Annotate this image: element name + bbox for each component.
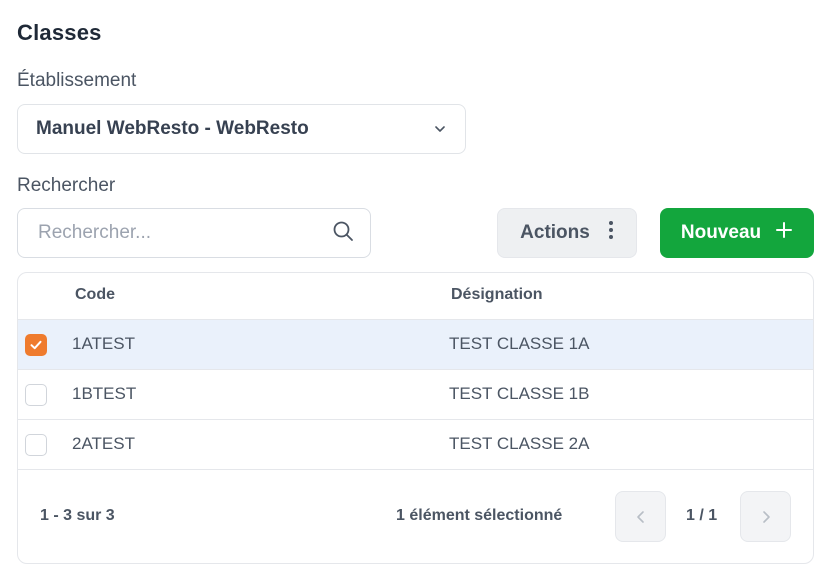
search-label: Rechercher xyxy=(17,175,116,196)
cell-designation: TEST CLASSE 1A xyxy=(449,334,590,353)
column-header-designation[interactable]: Désignation xyxy=(451,286,543,304)
cell-code: 1ATEST xyxy=(72,334,135,353)
row-checkbox[interactable] xyxy=(25,334,47,356)
selection-count: 1 élément sélectionné xyxy=(396,507,563,524)
search-icon[interactable] xyxy=(332,220,354,247)
page-title: Classes xyxy=(17,20,102,45)
table-footer: 1 - 3 sur 3 1 élément sélectionné 1 / 1 xyxy=(18,471,813,563)
establishment-value: Manuel WebResto - WebResto xyxy=(36,118,309,139)
table-header: Code Désignation xyxy=(18,273,813,320)
column-header-code[interactable]: Code xyxy=(75,286,115,304)
next-page-button[interactable] xyxy=(740,491,791,542)
page-indicator: 1 / 1 xyxy=(686,507,718,524)
actions-button[interactable]: Actions xyxy=(497,208,637,258)
row-checkbox[interactable] xyxy=(25,434,47,456)
check-icon xyxy=(30,340,42,350)
cell-designation: TEST CLASSE 2A xyxy=(449,434,590,453)
pagination-range: 1 - 3 sur 3 xyxy=(40,507,115,524)
table-row[interactable]: 2ATEST TEST CLASSE 2A xyxy=(18,420,813,470)
cell-code: 2ATEST xyxy=(72,434,135,453)
chevron-left-icon xyxy=(636,510,644,523)
actions-label: Actions xyxy=(520,222,590,243)
classes-table: Code Désignation 1ATEST TEST CLASSE 1A 1… xyxy=(17,272,814,564)
establishment-label: Établissement xyxy=(17,70,137,91)
establishment-select[interactable]: Manuel WebResto - WebResto xyxy=(17,104,466,154)
new-button[interactable]: Nouveau xyxy=(660,208,814,258)
search-field xyxy=(17,208,371,258)
more-vertical-icon xyxy=(608,220,614,246)
new-label: Nouveau xyxy=(680,222,762,243)
table-row[interactable]: 1BTEST TEST CLASSE 1B xyxy=(18,370,813,420)
search-input[interactable] xyxy=(36,221,332,245)
cell-code: 1BTEST xyxy=(72,384,137,403)
cell-designation: TEST CLASSE 1B xyxy=(449,384,590,403)
prev-page-button[interactable] xyxy=(615,491,666,542)
row-checkbox[interactable] xyxy=(25,384,47,406)
table-row[interactable]: 1ATEST TEST CLASSE 1A xyxy=(18,320,813,370)
chevron-down-icon xyxy=(433,122,447,136)
chevron-right-icon xyxy=(762,510,770,523)
plus-icon xyxy=(775,221,793,245)
